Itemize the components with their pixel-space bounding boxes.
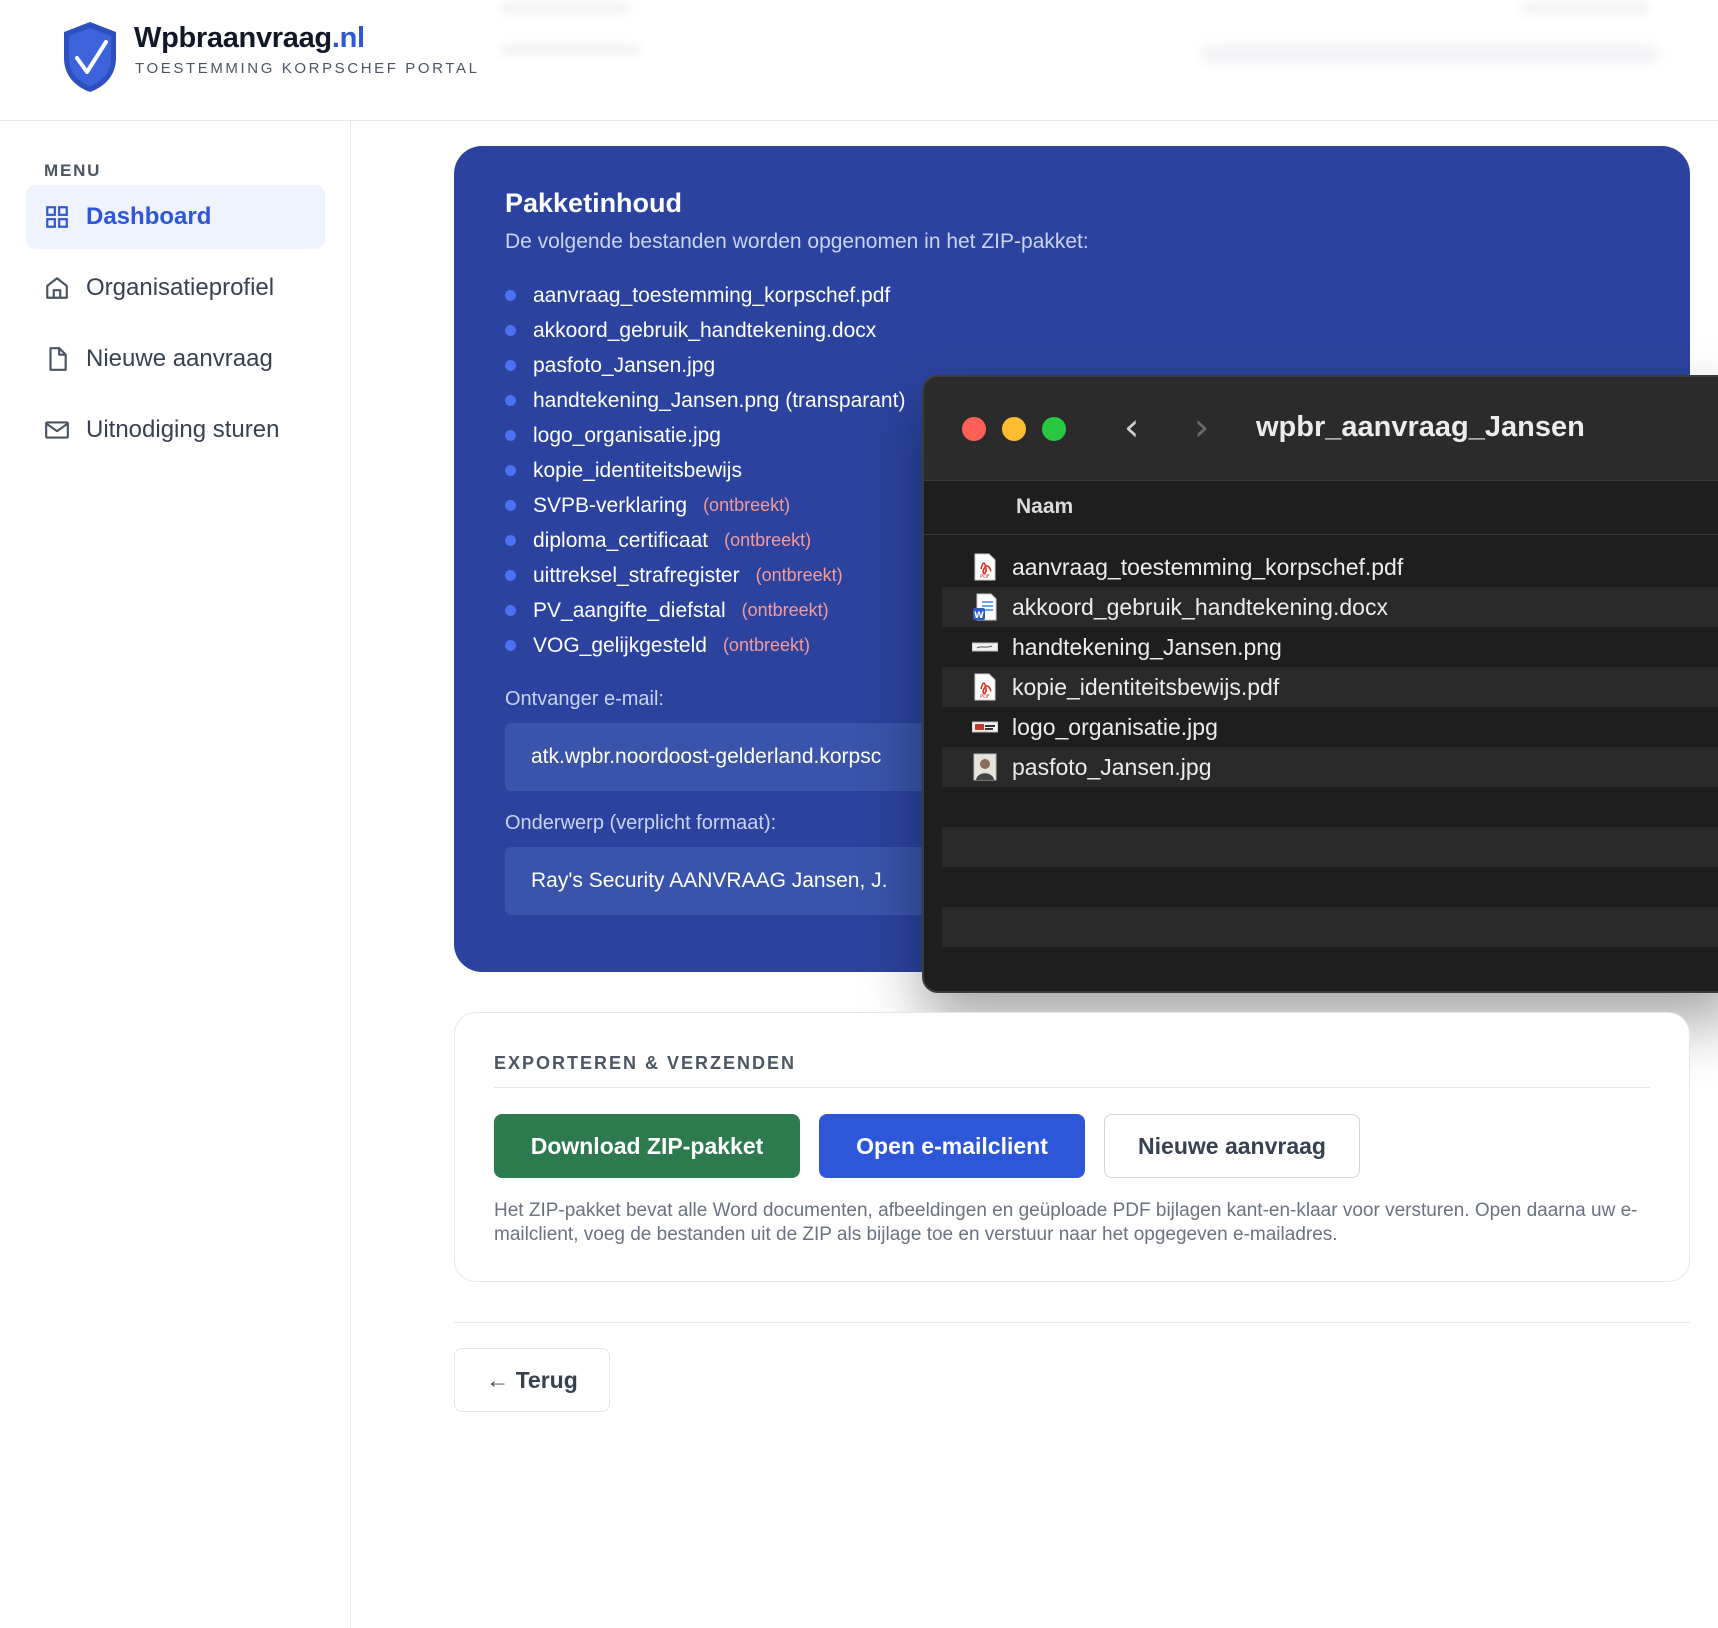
list-item: pasfoto_Jansen.jpg: [505, 348, 921, 383]
missing-badge: (ontbreekt): [724, 530, 812, 550]
sidebar-item-label: Dashboard: [86, 203, 212, 230]
subject-label: Onderwerp (verplicht formaat):: [505, 812, 777, 834]
finder-file-row[interactable]: logo_organisatie.jpg: [942, 707, 1718, 747]
bullet-icon: [505, 360, 516, 371]
bullet-icon: [505, 605, 516, 616]
blurred-header-item: [500, 2, 630, 14]
brand-name[interactable]: Wpbraanvraag.nl: [134, 22, 365, 55]
finder-file-row[interactable]: PDF kopie_identiteitsbewijs.pdf: [942, 667, 1718, 707]
home-icon: [46, 277, 68, 299]
list-item: aanvraag_toestemming_korpschef.pdf: [505, 278, 921, 313]
bullet-icon: [505, 395, 516, 406]
list-item: diploma_certificaat (ontbreekt): [505, 523, 921, 558]
bullet-icon: [505, 465, 516, 476]
finder-window: ‹ › wpbr_aanvraag_Jansen Naam PDF aanvra…: [922, 375, 1718, 993]
app-header: Wpbraanvraag.nl TOESTEMMING KORPSCHEF PO…: [0, 0, 1718, 121]
sidebar-item-organisatieprofiel[interactable]: Organisatieprofiel: [26, 256, 325, 320]
zoom-window-button[interactable]: [1042, 417, 1066, 441]
svg-text:PDF: PDF: [980, 574, 990, 580]
menu-label: MENU: [44, 161, 102, 180]
sidebar-item-uitnodiging-sturen[interactable]: Uitnodiging sturen: [26, 398, 325, 462]
blurred-header-item: [1520, 2, 1650, 14]
bullet-icon: [505, 325, 516, 336]
list-item: handtekening_Jansen.png (transparant): [505, 383, 921, 418]
missing-badge: (ontbreekt): [722, 635, 810, 655]
new-request-button[interactable]: Nieuwe aanvraag: [1104, 1114, 1360, 1178]
finder-file-row[interactable]: handtekening_Jansen.png: [942, 627, 1718, 667]
sidebar-item-label: Uitnodiging sturen: [86, 416, 280, 443]
finder-toolbar: ‹ › wpbr_aanvraag_Jansen: [924, 377, 1718, 481]
list-item: uittreksel_strafregister (ontbreekt): [505, 558, 921, 593]
pdf-icon: PDF: [974, 553, 996, 581]
package-subtitle: De volgende bestanden worden opgenomen i…: [505, 230, 1089, 253]
list-item: akkoord_gebruik_handtekening.docx: [505, 313, 921, 348]
finder-file-row[interactable]: pasfoto_Jansen.jpg: [942, 747, 1718, 787]
list-item: PV_aangifte_diefstal (ontbreekt): [505, 593, 921, 628]
back-button[interactable]: ← Terug: [454, 1348, 610, 1412]
open-email-client-button[interactable]: Open e-mailclient: [819, 1114, 1085, 1178]
finder-title: wpbr_aanvraag_Jansen: [1256, 411, 1585, 443]
sidebar-item-label: Nieuwe aanvraag: [86, 345, 273, 372]
finder-file-row[interactable]: W akkoord_gebruik_handtekening.docx: [942, 587, 1718, 627]
minimize-window-button[interactable]: [1002, 417, 1026, 441]
photo-icon: [973, 753, 997, 781]
pdf-icon: PDF: [974, 673, 996, 701]
package-file-list: aanvraag_toestemming_korpschef.pdf akkoo…: [505, 278, 921, 663]
word-doc-icon: W: [973, 593, 997, 621]
svg-text:W: W: [974, 611, 984, 621]
file-icon: [49, 347, 67, 371]
back-arrow-icon[interactable]: ‹: [1124, 405, 1139, 449]
sidebar-item-nieuwe-aanvraag[interactable]: Nieuwe aanvraag: [26, 327, 325, 391]
sidebar: MENU Dashboard Organisatieprofiel Nieuwe…: [0, 121, 351, 1628]
mail-icon: [45, 421, 69, 439]
bullet-icon: [505, 535, 516, 546]
shield-check-logo-icon: [64, 22, 116, 92]
sidebar-item-dashboard[interactable]: Dashboard: [26, 185, 325, 249]
grid-icon: [46, 206, 68, 228]
forward-arrow-icon[interactable]: ›: [1194, 405, 1209, 449]
download-zip-button[interactable]: Download ZIP-pakket: [494, 1114, 800, 1178]
bullet-icon: [505, 430, 516, 441]
divider: [494, 1087, 1650, 1088]
jpg-image-icon: [972, 721, 998, 733]
list-item: kopie_identiteitsbewijs: [505, 453, 921, 488]
missing-badge: (ontbreekt): [703, 495, 791, 515]
finder-empty-row: [942, 827, 1718, 867]
bullet-icon: [505, 570, 516, 581]
blurred-header-item: [1200, 44, 1660, 64]
export-card: EXPORTEREN & VERZENDEN Download ZIP-pakk…: [454, 1012, 1690, 1282]
finder-empty-row: [942, 907, 1718, 947]
list-item: VOG_gelijkgesteld (ontbreekt): [505, 628, 921, 663]
list-item: SVPB-verklaring (ontbreekt): [505, 488, 921, 523]
blurred-header-item: [500, 44, 640, 56]
export-title: EXPORTEREN & VERZENDEN: [494, 1053, 797, 1073]
list-item: logo_organisatie.jpg: [505, 418, 921, 453]
missing-badge: (ontbreekt): [755, 565, 843, 585]
package-title: Pakketinhoud: [505, 188, 683, 218]
sidebar-item-label: Organisatieprofiel: [86, 274, 275, 301]
bullet-icon: [505, 290, 516, 301]
png-image-icon: [972, 642, 998, 652]
bullet-icon: [505, 500, 516, 511]
brand-subtitle: TOESTEMMING KORPSCHEF PORTAL: [135, 60, 480, 77]
column-header-name[interactable]: Naam: [924, 481, 1718, 535]
svg-text:PDF: PDF: [980, 694, 990, 700]
export-note: Het ZIP-pakket bevat alle Word documente…: [494, 1200, 1638, 1245]
close-window-button[interactable]: [962, 417, 986, 441]
missing-badge: (ontbreekt): [741, 600, 829, 620]
finder-file-row[interactable]: PDF aanvraag_toestemming_korpschef.pdf: [942, 547, 1718, 587]
recipient-email-label: Ontvanger e-mail:: [505, 688, 664, 710]
divider: [454, 1322, 1690, 1323]
bullet-icon: [505, 640, 516, 651]
